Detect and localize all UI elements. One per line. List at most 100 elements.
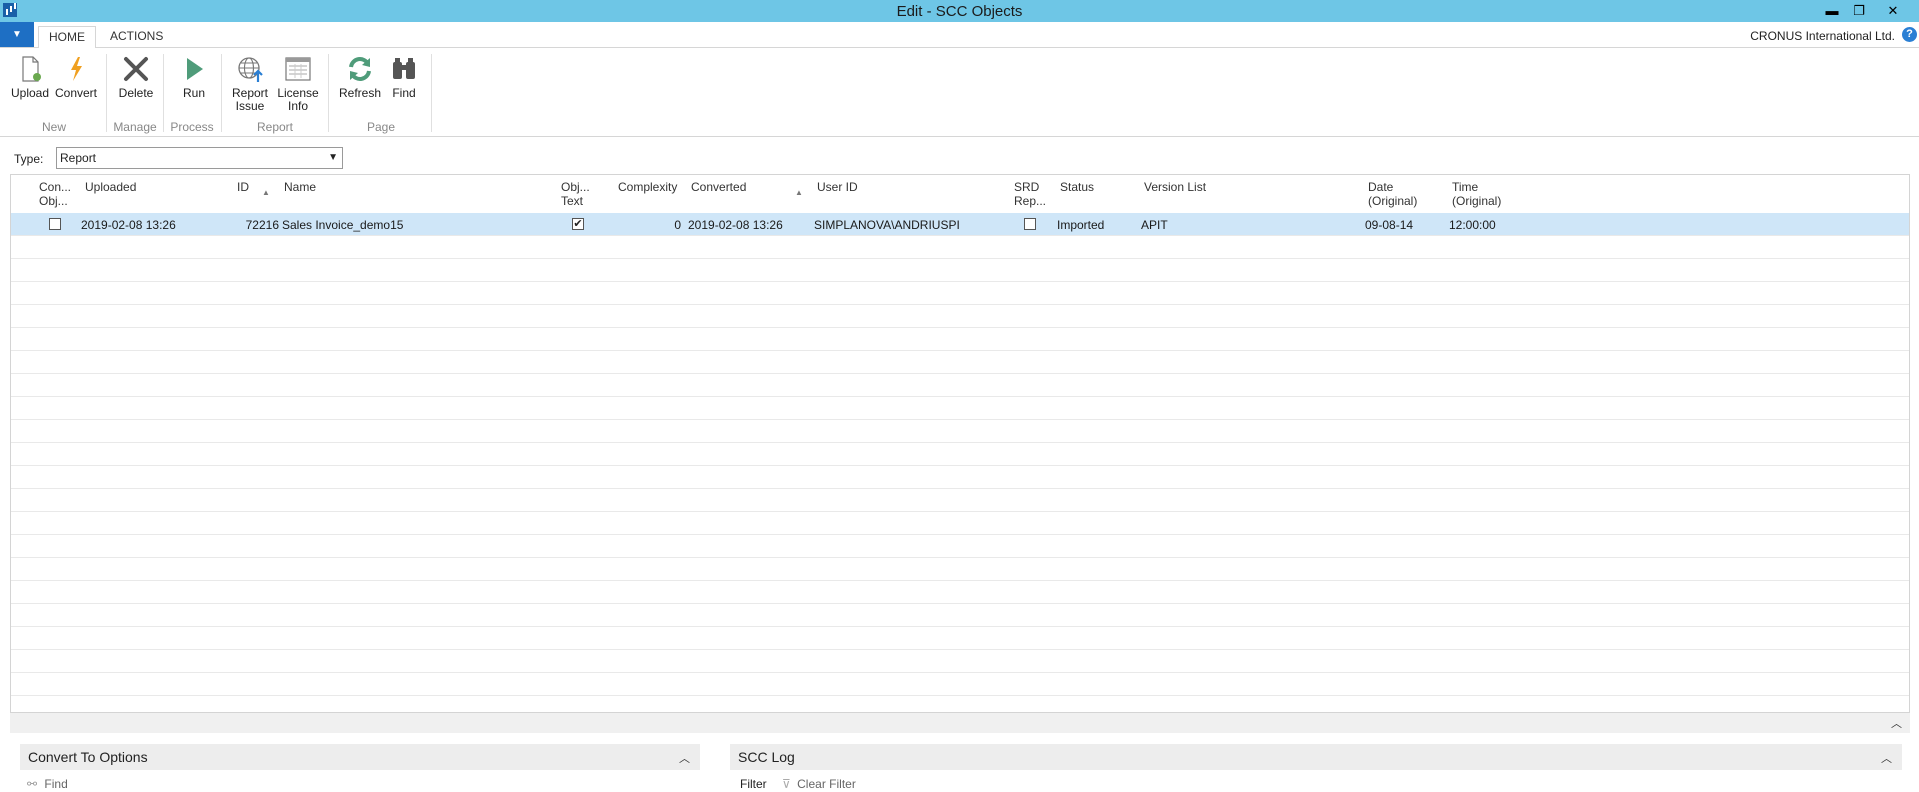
empty-table-row	[11, 236, 1909, 259]
license-info-button[interactable]: License Info	[276, 54, 320, 113]
column-header-name[interactable]: Name	[284, 180, 316, 194]
lightning-icon	[71, 57, 82, 81]
column-header-uploaded[interactable]: Uploaded	[85, 180, 136, 194]
cell-status: Imported	[1057, 218, 1105, 232]
column-header-srd-rep[interactable]: SRD Rep...	[1014, 180, 1046, 208]
grid-header: Con... Obj... Uploaded ID ▲ Name Obj... …	[11, 175, 1909, 213]
scc-log-factbox[interactable]: SCC Log ︿	[730, 744, 1902, 770]
binoculars-icon	[393, 58, 415, 79]
empty-table-row	[11, 305, 1909, 328]
empty-table-row	[11, 535, 1909, 558]
empty-table-row	[11, 604, 1909, 627]
application-menu-button[interactable]: ▼	[0, 22, 34, 47]
column-header-obj-text[interactable]: Obj... Text	[561, 180, 590, 208]
empty-table-row	[11, 558, 1909, 581]
convert-to-options-factbox[interactable]: Convert To Options ︿	[20, 744, 700, 770]
group-label-manage: Manage	[113, 120, 157, 134]
convert-options-find[interactable]: ⚯ Find	[27, 777, 68, 791]
objects-grid: Con... Obj... Uploaded ID ▲ Name Obj... …	[10, 174, 1910, 713]
empty-table-row	[11, 282, 1909, 305]
table-row[interactable]: 2019-02-08 13:26 72216 Sales Invoice_dem…	[11, 213, 1909, 236]
refresh-icon	[349, 57, 371, 81]
empty-table-row	[11, 420, 1909, 443]
sort-ascending-icon: ▲	[262, 188, 270, 197]
upload-button[interactable]: Upload	[10, 54, 50, 100]
clear-filter-icon: ⊽	[782, 777, 791, 791]
cell-date-original: 09-08-14	[1365, 218, 1414, 232]
tab-home[interactable]: HOME	[38, 26, 96, 49]
chevron-up-icon[interactable]: ︿	[1881, 750, 1892, 766]
type-filter-value: Report	[60, 151, 97, 165]
empty-table-row	[11, 489, 1909, 512]
cell-version-list: APIT	[1141, 218, 1168, 232]
factbox-title: SCC Log	[738, 749, 795, 765]
company-name: CRONUS International Ltd.	[1750, 29, 1895, 43]
cell-converted: 2019-02-08 13:26	[688, 218, 783, 232]
empty-table-row	[11, 696, 1909, 712]
globe-upload-icon	[238, 57, 263, 82]
empty-table-row	[11, 650, 1909, 673]
grid-collapse-bar[interactable]: ︿	[10, 713, 1910, 733]
column-header-version-list[interactable]: Version List	[1144, 180, 1206, 194]
column-header-converted[interactable]: Converted	[691, 180, 746, 194]
column-header-status[interactable]: Status	[1060, 180, 1094, 194]
empty-table-row	[11, 627, 1909, 650]
column-header-id[interactable]: ID	[237, 180, 249, 194]
title-bar: Edit - SCC Objects ▬ ❐ ✕	[0, 0, 1919, 22]
binoculars-icon: ⚯	[27, 777, 38, 791]
group-label-report: Report	[256, 120, 294, 134]
help-icon[interactable]: ?	[1902, 27, 1917, 42]
restore-button[interactable]: ❐	[1846, 1, 1872, 20]
report-issue-button[interactable]: Report Issue	[228, 54, 272, 113]
cell-id: 72216	[245, 218, 279, 232]
chevron-up-icon[interactable]: ︿	[1891, 715, 1902, 731]
empty-table-row	[11, 512, 1909, 535]
empty-table-row	[11, 259, 1909, 282]
empty-table-row	[11, 443, 1909, 466]
cell-uploaded: 2019-02-08 13:26	[81, 218, 176, 232]
cell-complexity: 0	[674, 218, 681, 232]
tab-actions[interactable]: ACTIONS	[100, 26, 173, 47]
con-obj-checkbox[interactable]	[49, 218, 61, 230]
column-header-date-original[interactable]: Date (Original)	[1368, 180, 1417, 208]
empty-table-row	[11, 328, 1909, 351]
play-icon	[187, 58, 203, 80]
column-header-complexity[interactable]: Complexity	[618, 180, 677, 194]
empty-table-row	[11, 397, 1909, 420]
upload-icon	[22, 56, 41, 82]
refresh-button[interactable]: Refresh	[338, 54, 382, 100]
cell-name: Sales Invoice_demo15	[282, 218, 404, 232]
delete-button[interactable]: Delete	[115, 54, 157, 100]
column-header-con-obj[interactable]: Con... Obj...	[39, 180, 71, 208]
empty-table-row	[11, 673, 1909, 696]
cell-user-id: SIMPLANOVA\ANDRIUSPI	[814, 218, 960, 232]
minimize-button[interactable]: ▬	[1819, 1, 1845, 20]
ribbon-tab-row: ▼ HOME ACTIONS CRONUS International Ltd.…	[0, 22, 1919, 49]
group-label-page: Page	[366, 120, 396, 134]
chevron-down-icon[interactable]: ▼	[328, 148, 338, 168]
find-button[interactable]: Find	[387, 54, 421, 100]
column-header-time-original[interactable]: Time (Original)	[1452, 180, 1501, 208]
convert-button[interactable]: Convert	[54, 54, 98, 100]
srd-rep-checkbox[interactable]	[1024, 218, 1036, 230]
empty-table-row	[11, 374, 1909, 397]
window-title: Edit - SCC Objects	[896, 3, 1023, 20]
type-filter-select[interactable]: Report ▼	[56, 147, 343, 169]
empty-table-row	[11, 466, 1909, 489]
run-button[interactable]: Run	[176, 54, 212, 100]
sort-ascending-icon: ▲	[795, 188, 803, 197]
chevron-up-icon[interactable]: ︿	[679, 750, 690, 766]
cell-time-original: 12:00:00	[1449, 218, 1496, 232]
scc-log-clear-filter[interactable]: ⊽ Clear Filter	[782, 777, 856, 791]
column-header-user-id[interactable]: User ID	[817, 180, 858, 194]
type-filter-label: Type:	[14, 152, 44, 166]
close-button[interactable]: ✕	[1880, 1, 1906, 20]
group-label-new: New	[41, 120, 66, 134]
scc-log-filter[interactable]: Filter	[740, 777, 767, 791]
empty-table-row	[11, 581, 1909, 604]
empty-table-row	[11, 351, 1909, 374]
group-label-process: Process	[170, 120, 214, 134]
factbox-title: Convert To Options	[28, 749, 148, 765]
obj-text-checkbox[interactable]: ✔	[572, 218, 584, 230]
license-grid-icon	[285, 57, 311, 81]
